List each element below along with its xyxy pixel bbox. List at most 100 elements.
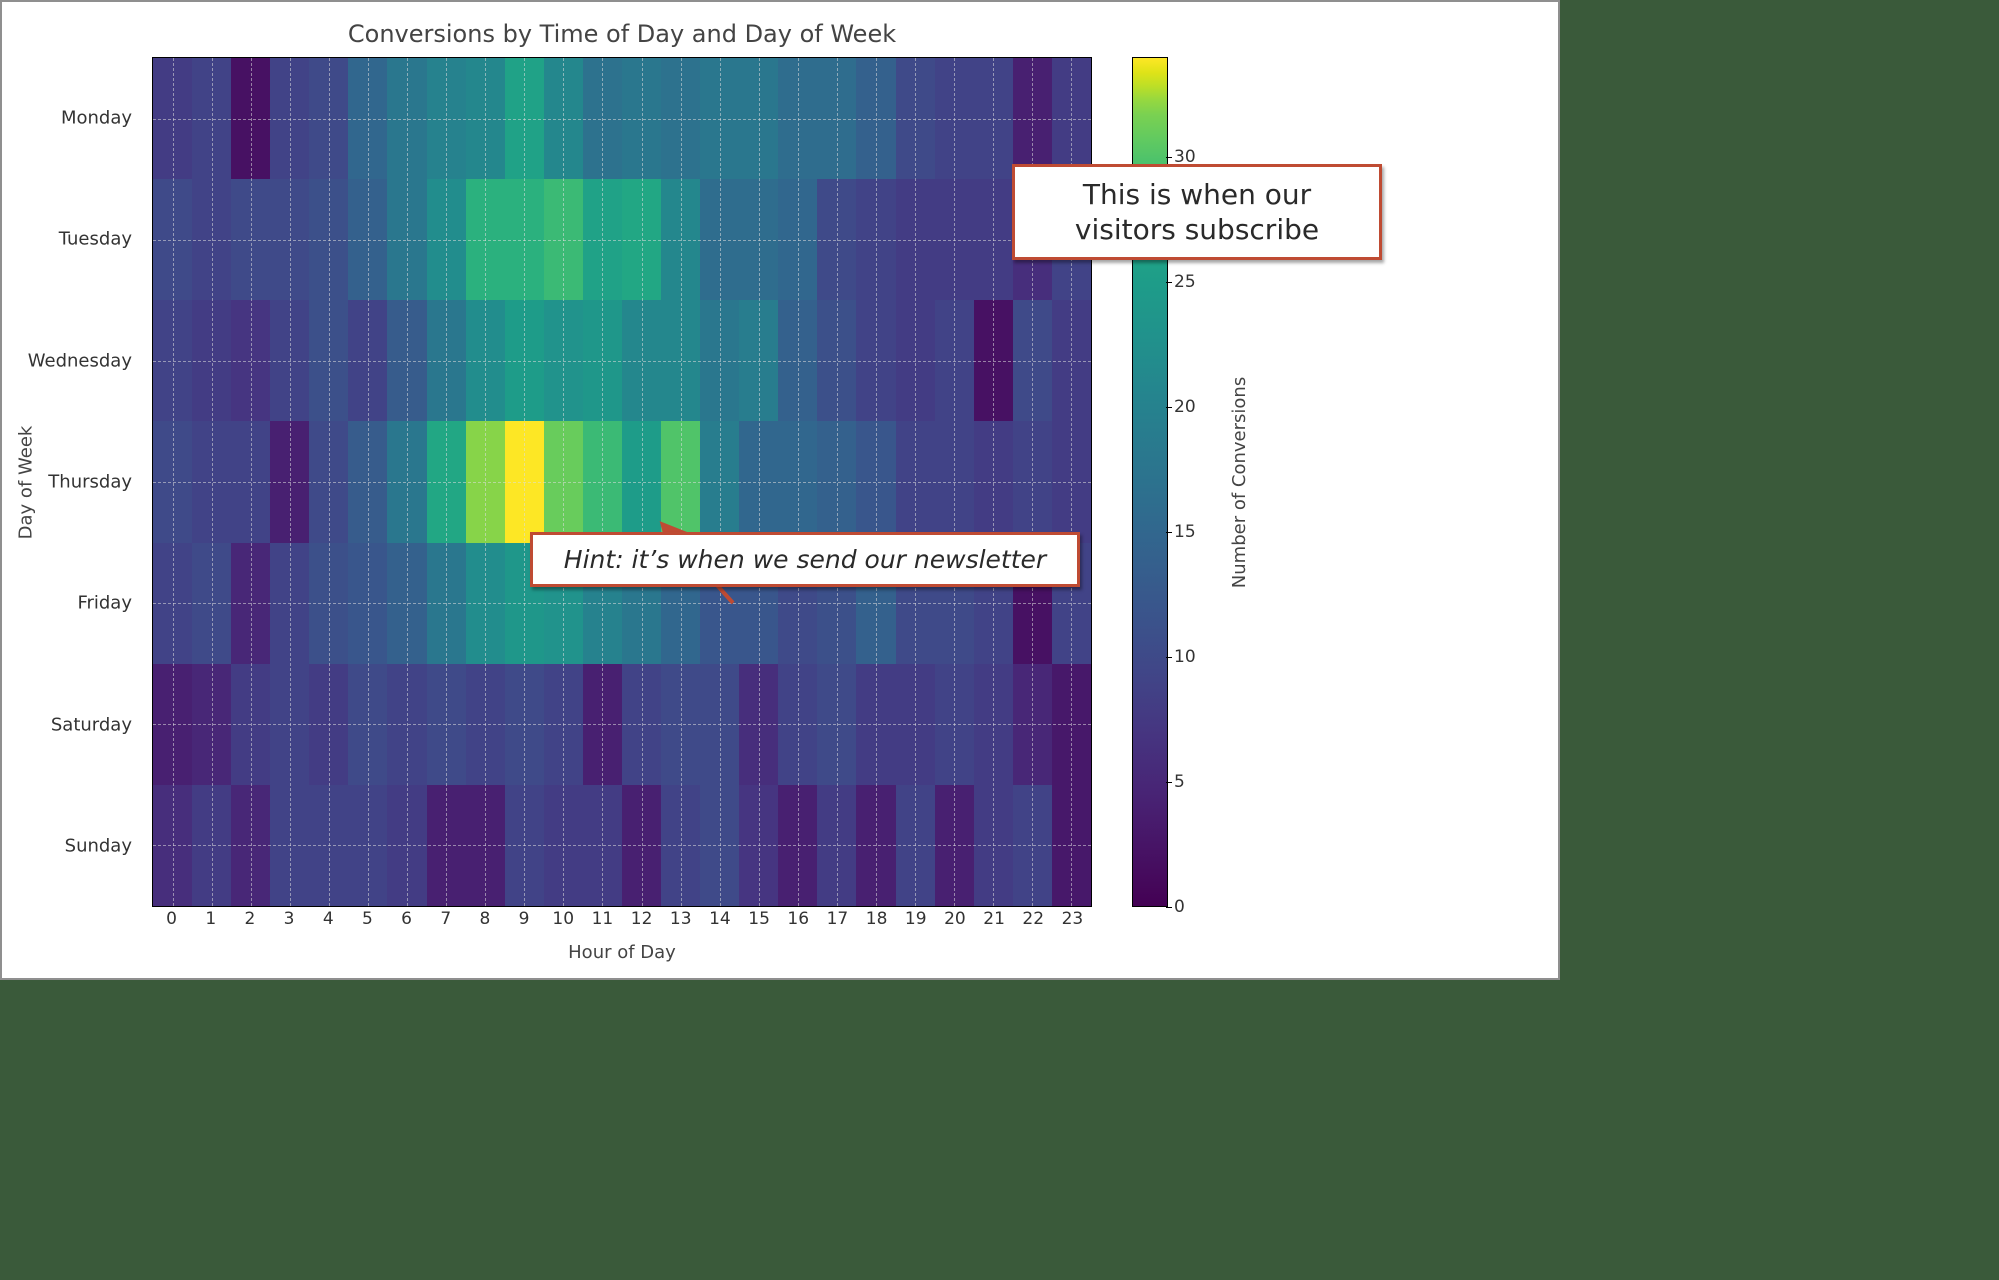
heatmap-cell (466, 179, 505, 300)
heatmap-cell (974, 785, 1013, 906)
heatmap-cell (427, 543, 466, 664)
heatmap-cell (231, 664, 270, 785)
x-tick: 13 (670, 909, 692, 929)
heatmap-cell (192, 543, 231, 664)
heatmap-cell (935, 300, 974, 421)
heatmap-cell (661, 179, 700, 300)
heatmap-cell (192, 179, 231, 300)
heatmap-cell (505, 58, 544, 179)
colorbar-tick: 15 (1174, 522, 1196, 542)
heatmap-cell (817, 179, 856, 300)
heatmap-cell (153, 58, 192, 179)
heatmap-cell (700, 179, 739, 300)
heatmap-cell (622, 785, 661, 906)
heatmap-cell (348, 58, 387, 179)
x-axis-ticks: 01234567891011121314151617181920212223 (152, 909, 1092, 937)
heatmap-cell (427, 421, 466, 542)
heatmap-cell (231, 543, 270, 664)
heatmap-cell (622, 300, 661, 421)
heatmap-cell (231, 179, 270, 300)
heatmap-cell (544, 664, 583, 785)
heatmap-cell (935, 785, 974, 906)
heatmap-cell (348, 421, 387, 542)
heatmap-cell (739, 58, 778, 179)
heatmap-cell (466, 58, 505, 179)
annotation-subscribe-box: This is when our visitors subscribe (1012, 164, 1382, 260)
heatmap-cell (427, 664, 466, 785)
heatmap-cell (270, 179, 309, 300)
heatmap-cell (544, 58, 583, 179)
heatmap-cell (153, 300, 192, 421)
x-tick: 7 (440, 909, 451, 929)
annotation-subscribe-text: This is when our visitors subscribe (1075, 178, 1319, 246)
heatmap-cell (700, 421, 739, 542)
x-tick: 1 (205, 909, 216, 929)
heatmap-cell (348, 300, 387, 421)
heatmap-cell (270, 664, 309, 785)
heatmap-cell (1052, 664, 1091, 785)
y-tick: Friday (77, 593, 132, 614)
heatmap-cell (1013, 664, 1052, 785)
colorbar-tick: 25 (1174, 272, 1196, 292)
heatmap-cell (778, 664, 817, 785)
heatmap-cell (1013, 58, 1052, 179)
heatmap-cell (192, 58, 231, 179)
heatmap-cell (427, 58, 466, 179)
x-tick: 22 (1022, 909, 1044, 929)
heatmap-cell (622, 664, 661, 785)
heatmap-cell (544, 179, 583, 300)
heatmap-cell (817, 58, 856, 179)
heatmap-cell (700, 664, 739, 785)
x-tick: 23 (1062, 909, 1084, 929)
heatmap-cell (622, 179, 661, 300)
heatmap-cell (661, 664, 700, 785)
heatmap-cell (896, 300, 935, 421)
heatmap-cell (661, 785, 700, 906)
heatmap-cell (974, 58, 1013, 179)
x-tick: 2 (244, 909, 255, 929)
heatmap-cell (309, 421, 348, 542)
heatmap-cell (1013, 421, 1052, 542)
y-tick: Sunday (65, 836, 132, 857)
heatmap-cell (544, 421, 583, 542)
annotation-hint-box: Hint: it’s when we send our newsletter (530, 532, 1080, 587)
plot-area (152, 57, 1092, 907)
heatmap-cell (1052, 785, 1091, 906)
x-tick: 12 (631, 909, 653, 929)
heatmap-cell (817, 664, 856, 785)
heatmap-cell (856, 300, 895, 421)
heatmap-cell (700, 58, 739, 179)
heatmap-cell (856, 58, 895, 179)
y-tick: Saturday (51, 714, 132, 735)
heatmap-cell (661, 421, 700, 542)
y-axis-ticks: MondayTuesdayWednesdayThursdayFridaySatu… (2, 57, 142, 907)
heatmap-cell (348, 179, 387, 300)
heatmap-cell (544, 300, 583, 421)
heatmap-cell (348, 543, 387, 664)
heatmap-cell (231, 421, 270, 542)
heatmap-cell (309, 300, 348, 421)
heatmap-cell (231, 58, 270, 179)
heatmap-cell (505, 300, 544, 421)
x-tick: 20 (944, 909, 966, 929)
x-tick: 11 (592, 909, 614, 929)
heatmap-cell (466, 421, 505, 542)
x-tick: 0 (166, 909, 177, 929)
x-tick: 10 (552, 909, 574, 929)
heatmap-cell (192, 785, 231, 906)
heatmap-cell (778, 421, 817, 542)
heatmap-cell (896, 179, 935, 300)
heatmap-cell (427, 785, 466, 906)
colorbar-tick: 0 (1174, 897, 1185, 917)
heatmap-cell (544, 785, 583, 906)
heatmap-cell (192, 664, 231, 785)
heatmap-cell (739, 664, 778, 785)
x-tick: 17 (827, 909, 849, 929)
x-tick: 18 (866, 909, 888, 929)
heatmap-cell (856, 179, 895, 300)
heatmap-cell (466, 785, 505, 906)
annotation-hint-text: Hint: it’s when we send our newsletter (564, 545, 1046, 574)
chart-title: Conversions by Time of Day and Day of We… (152, 20, 1092, 48)
heatmap-cell (387, 785, 426, 906)
colorbar-tick: 20 (1174, 397, 1196, 417)
